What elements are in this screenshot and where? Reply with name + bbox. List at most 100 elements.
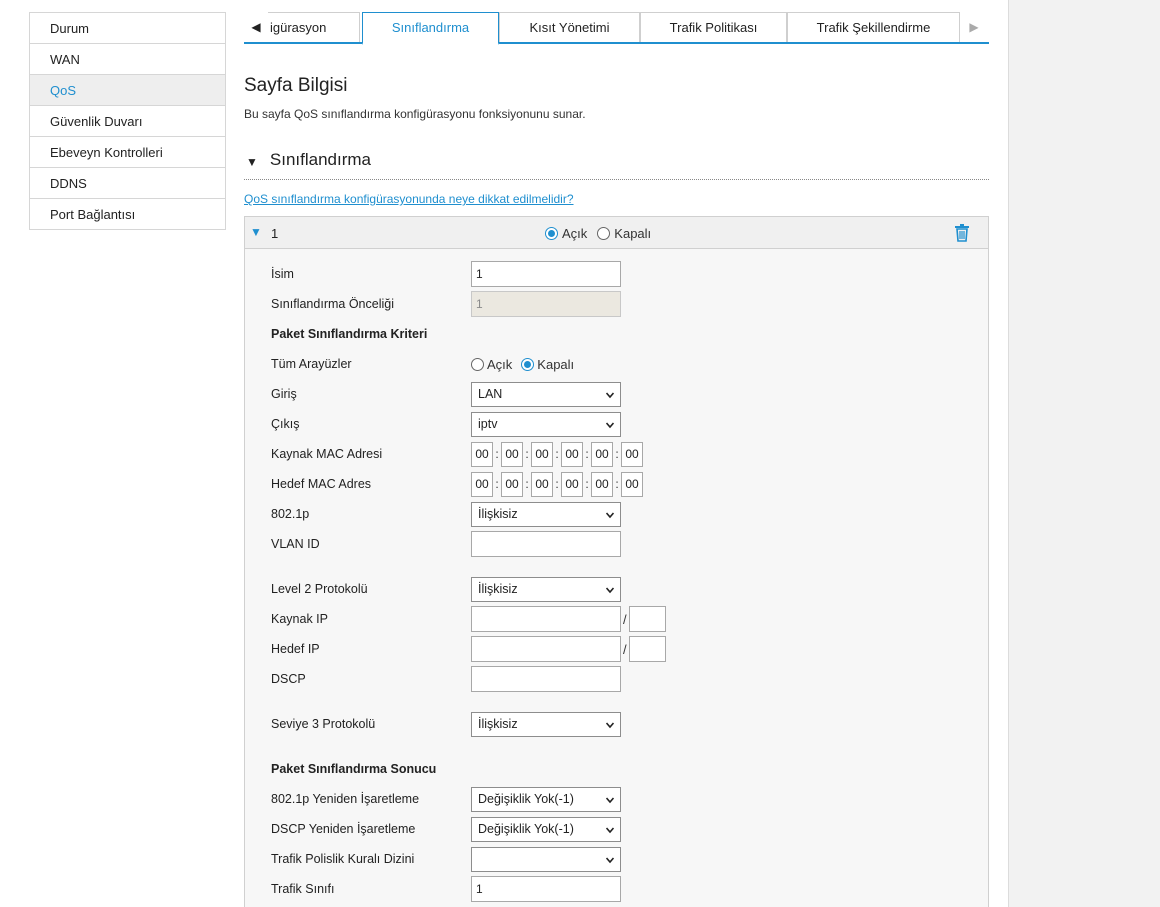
priority-label: Sınıflandırma Önceliği [271,297,394,311]
egress-select[interactable]: iptv [471,411,621,437]
src-mac-octet[interactable]: 00 [591,441,613,467]
right-gutter [1008,0,1160,907]
name-row: İsim 1 [271,261,971,287]
l2-protocol-select[interactable]: İlişkisiz [471,576,621,602]
dst-mac-octet[interactable]: 00 [471,471,493,497]
sidebar-item-firewall[interactable]: Güvenlik Duvarı [30,106,225,137]
sidebar-item-qos[interactable]: QoS [30,75,225,106]
p8021-row: 802.1p İlişkisiz [271,501,971,527]
entry-header: ▼ 1 Açık Kapalı [245,217,988,249]
page-description: Bu sayfa QoS sınıflandırma konfigürasyon… [244,107,586,121]
dst-mac-octet[interactable]: 00 [531,471,553,497]
dst-mac-octet[interactable]: 00 [591,471,613,497]
src-mac-octet[interactable]: 00 [621,441,643,467]
criteria-heading-row: Paket Sınıflandırma Kriteri [271,321,971,347]
vlan-id-input[interactable] [471,531,621,557]
classification-entry-panel: ▼ 1 Açık Kapalı İsim 1 Sınıflandırma Önc… [244,216,989,907]
chevron-down-icon [606,856,614,863]
ingress-label: Giriş [271,387,297,401]
triangle-left-icon[interactable]: ◀ [244,12,268,42]
remark-8021p-row: 802.1p Yeniden İşaretleme Değişiklik Yok… [271,786,971,812]
trash-icon[interactable] [954,224,970,242]
chevron-down-icon [606,826,614,833]
src-ip-input[interactable] [471,606,621,632]
sidebar-item-port-forwarding[interactable]: Port Bağlantısı [30,199,225,230]
remark-dscp-row: DSCP Yeniden İşaretleme Değişiklik Yok(-… [271,816,971,842]
dscp-input[interactable] [471,666,621,692]
tab-traffic-shaping[interactable]: Trafik Şekillendirme [787,12,960,42]
entry-on-radio[interactable] [545,227,558,240]
entry-state-radio-group: Açık Kapalı [545,226,657,241]
l3-protocol-select[interactable]: İlişkisiz [471,711,621,737]
dst-ip-label: Hedef IP [271,642,320,656]
l3-protocol-label: Seviye 3 Protokolü [271,717,376,731]
all-interfaces-off-label: Kapalı [537,356,575,372]
chevron-down-icon [606,796,614,803]
sidebar-item-durum[interactable]: Durum [30,13,225,44]
name-input[interactable]: 1 [471,261,621,287]
all-interfaces-on-radio[interactable] [471,357,484,371]
triangle-down-icon[interactable]: ▼ [250,225,262,239]
sidebar-item-parental-controls[interactable]: Ebeveyn Kontrolleri [30,137,225,168]
result-heading-row: Paket Sınıflandırma Sonucu [271,756,971,782]
dst-ip-input[interactable] [471,636,621,662]
l3-protocol-row: Seviye 3 Protokolü İlişkisiz [271,711,971,737]
section-header[interactable]: ▼ Sınıflandırma [244,150,989,180]
dst-mac-octet[interactable]: 00 [621,471,643,497]
dscp-row: DSCP [271,666,971,692]
src-mac-octet[interactable]: 00 [561,441,583,467]
chevron-down-icon [606,721,614,728]
entry-number: 1 [271,226,279,241]
tab-classification[interactable]: Sınıflandırma [362,12,499,45]
ingress-select[interactable]: LAN [471,381,621,407]
src-mac-octet[interactable]: 00 [531,441,553,467]
help-link[interactable]: QoS sınıflandırma konfigürasyonunda neye… [244,192,574,206]
dst-mac-octet[interactable]: 00 [561,471,583,497]
entry-off-label: Kapalı [614,226,652,241]
chevron-down-icon [606,511,614,518]
all-interfaces-off-radio[interactable] [521,357,535,371]
src-ip-row: Kaynak IP / [271,606,971,632]
all-interfaces-label: Tüm Arayüzler [271,357,352,371]
policy-index-select[interactable] [471,846,621,872]
src-ip-label: Kaynak IP [271,612,328,626]
sidebar-item-wan[interactable]: WAN [30,44,225,75]
entry-on-label: Açık [562,226,588,241]
chevron-down-icon [606,421,614,428]
chevron-down-icon [606,586,614,593]
tab-limit-management[interactable]: Kısıt Yönetimi [499,12,640,42]
sidebar-item-ddns[interactable]: DDNS [30,168,225,199]
name-label: İsim [271,267,294,281]
p8021-value: İlişkisiz [478,506,518,521]
tab-traffic-policy[interactable]: Trafik Politikası [640,12,787,42]
triangle-right-icon[interactable]: ▶ [962,12,986,42]
p8021-select[interactable]: İlişkisiz [471,501,621,527]
dst-mac-octet[interactable]: 00 [501,471,523,497]
src-mac-octet[interactable]: 00 [501,441,523,467]
remark-dscp-select[interactable]: Değişiklik Yok(-1) [471,816,621,842]
remark-8021p-select[interactable]: Değişiklik Yok(-1) [471,786,621,812]
src-mac-octet[interactable]: 00 [471,441,493,467]
tab-configuration[interactable]: igürasyon [268,12,360,42]
entry-off-radio[interactable] [597,227,611,240]
src-mac-row: Kaynak MAC Adresi 00: 00: 00: 00: 00: 00 [271,441,971,467]
tab-bar: ◀ igürasyon Sınıflandırma Kısıt Yönetimi… [244,12,989,45]
triangle-down-icon[interactable]: ▼ [246,155,258,169]
dscp-label: DSCP [271,672,306,686]
dst-ip-mask-input[interactable] [628,636,666,662]
traffic-class-row: Trafik Sınıfı 1 [271,876,971,902]
remark-dscp-value: Değişiklik Yok(-1) [478,821,574,836]
all-interfaces-row: Tüm Arayüzler Açık Kapalı [271,351,971,377]
dst-mac-label: Hedef MAC Adres [271,477,372,491]
traffic-class-label: Trafik Sınıfı [271,882,335,896]
p8021-label: 802.1p [271,507,310,521]
dst-ip-row: Hedef IP / [271,636,971,662]
egress-row: Çıkış iptv [271,411,971,437]
src-ip-mask-input[interactable] [628,606,666,632]
priority-input: 1 [471,291,621,317]
all-interfaces-on-label: Açık [487,356,513,372]
ingress-row: Giriş LAN [271,381,971,407]
egress-value: iptv [478,416,498,431]
dst-mac-row: Hedef MAC Adres 00: 00: 00: 00: 00: 00 [271,471,971,497]
traffic-class-input[interactable]: 1 [471,876,621,902]
